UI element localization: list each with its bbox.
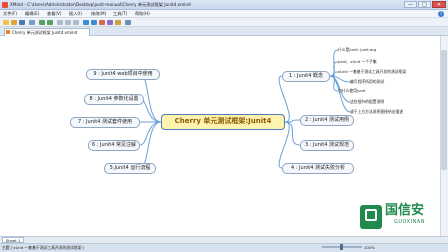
relationship-icon[interactable] [99, 20, 105, 25]
menu-file[interactable]: 文件(F) [3, 10, 17, 18]
topic-1-concept[interactable]: 1 : Junit4 概念 [282, 71, 330, 82]
subtopic-what-is-junit[interactable]: 什么是Junit: junit.org [338, 47, 376, 52]
menu-edit[interactable]: 编辑(E) [25, 10, 39, 18]
topic-5-run-flow[interactable]: 5:Junit4 运行流程 [104, 163, 156, 174]
summary-icon[interactable] [115, 20, 121, 25]
sheet-tab-bar [0, 236, 448, 243]
menu-modify[interactable]: 修改(M) [91, 10, 106, 18]
add-subtopic-icon[interactable] [91, 20, 97, 25]
topic-7-test-suite[interactable]: 7 : Junit4 测试套件使用 [70, 117, 140, 128]
undo-icon[interactable] [39, 20, 45, 25]
topic-4-failure-analysis[interactable]: 4 : Junit4 测试失败分析 [282, 163, 354, 174]
subtopic-xunit-framework[interactable]: xUnit 一套基于测试工具开发的测试框架 [338, 69, 406, 74]
logo-frame-icon [365, 209, 377, 221]
open-folder-icon[interactable] [11, 20, 17, 25]
scrollbar-thumb[interactable] [441, 50, 447, 170]
menu-tools[interactable]: 工具(T) [113, 10, 127, 18]
save-icon[interactable] [19, 20, 25, 25]
menu-insert[interactable]: 插入(I) [69, 10, 82, 18]
connector-left-6 [139, 121, 162, 146]
zoom-icon[interactable] [125, 20, 131, 25]
maximize-button[interactable]: □ [418, 1, 431, 8]
menu-help[interactable]: 帮助(H) [135, 10, 150, 18]
print-icon[interactable] [29, 20, 35, 25]
subtopic-why-junit[interactable]: 为什么使用Junit [338, 88, 365, 93]
zoom-level: 100% [364, 245, 375, 250]
topic-2-test-case[interactable]: 2 : Junit4 测试用例 [300, 115, 354, 126]
topic-6-annotations[interactable]: 6 : Junit4 常见注解 [88, 140, 140, 151]
xmind-app-icon [2, 2, 8, 8]
topic-8-parameterized[interactable]: 8 : Junit4 参数化设置 [84, 94, 144, 105]
add-topic-icon[interactable] [83, 20, 89, 25]
topic-9-web-project[interactable]: 9 : Junit4 web项目中使用 [86, 69, 160, 80]
watermark-name: 国信安 [385, 203, 425, 218]
help-icon[interactable]: ? [438, 11, 444, 17]
copy-icon[interactable] [65, 20, 71, 25]
window-title: XMind - C:\Users\Administrator\Desktop\j… [10, 2, 191, 7]
subtopic-xunit-subset[interactable]: Junit、xUnit 一个子集 [338, 59, 377, 64]
menu-bar: 文件(F) 编辑(E) 查看(V) 插入(I) 修改(M) 工具(T) 帮助(H… [0, 10, 448, 18]
subtopic-write-tests[interactable]: 编写程序所用的测试 [350, 79, 384, 84]
close-button[interactable]: ✕ [432, 1, 446, 8]
zoom-slider-thumb[interactable] [340, 244, 343, 250]
redo-icon[interactable] [47, 20, 53, 25]
xmind-window: XMind - C:\Users\Administrator\Desktop\j… [0, 0, 448, 252]
subtopic-config-notes[interactable]: 这些细节的配置说明 [350, 99, 384, 104]
menu-view[interactable]: 查看(V) [47, 10, 62, 18]
subtopic-method-description[interactable]: 或于上方方法说明直接给出描述 [350, 109, 403, 114]
status-text: 主题 ('xUnit 一套基于测试工具开发的测试框架') [2, 245, 84, 250]
topic-3-test-spec[interactable]: 3 : Junit4 测试规范 [300, 140, 354, 151]
paste-icon[interactable] [73, 20, 79, 25]
boundary-icon[interactable] [107, 20, 113, 25]
minimize-button[interactable]: — [404, 1, 417, 8]
watermark-latin: GUOXINAN [394, 219, 425, 225]
central-topic[interactable]: Cherry 单元测试框架:Junit4 [161, 114, 285, 130]
connector-right-3 [284, 121, 301, 146]
cut-icon[interactable] [57, 20, 63, 25]
xmind-file-icon [6, 30, 10, 34]
document-tab[interactable]: Cherry 单元测试框架 Junit4.xmind [4, 28, 90, 36]
new-file-icon[interactable] [3, 20, 9, 25]
